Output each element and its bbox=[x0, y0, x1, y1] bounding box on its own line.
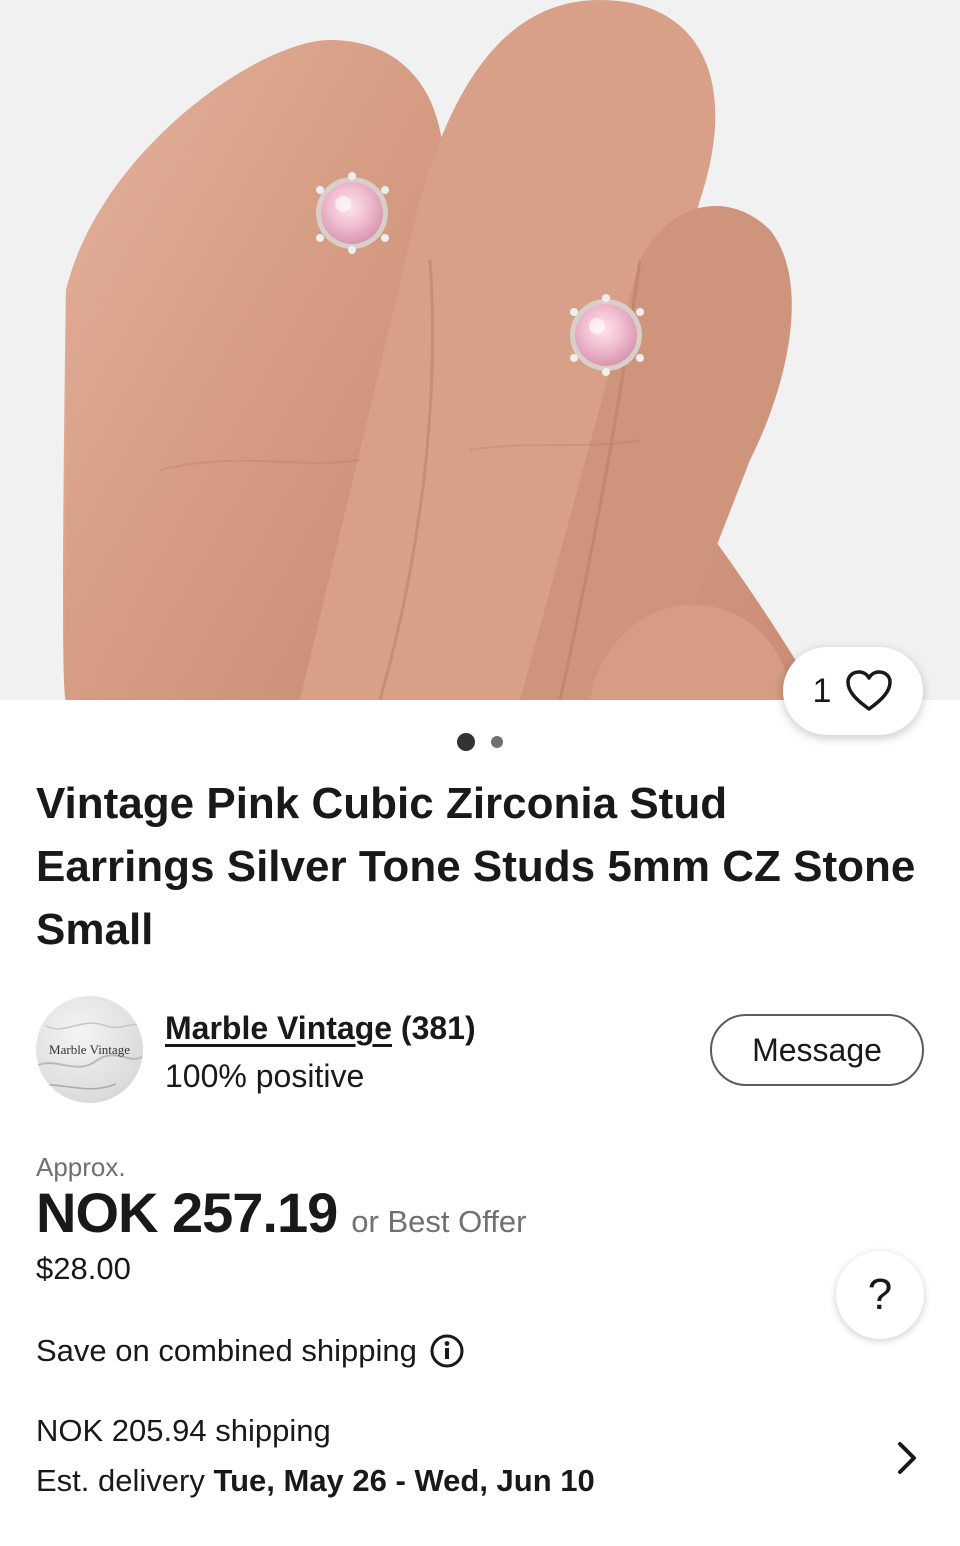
price-row: NOK 257.19 or Best Offer bbox=[36, 1180, 526, 1245]
gallery-pagination bbox=[0, 733, 960, 751]
delivery-prefix: Est. delivery bbox=[36, 1463, 214, 1498]
combined-shipping-label: Save on combined shipping bbox=[36, 1333, 417, 1368]
gallery-dot[interactable] bbox=[491, 736, 503, 748]
info-icon[interactable] bbox=[429, 1333, 465, 1369]
combined-shipping-row[interactable]: Save on combined shipping bbox=[36, 1333, 465, 1369]
shipping-cost: NOK 205.94 shipping bbox=[36, 1413, 331, 1448]
help-button[interactable]: ? bbox=[836, 1251, 924, 1339]
best-offer-label: or Best Offer bbox=[351, 1204, 527, 1239]
estimated-delivery: Est. delivery Tue, May 26 - Wed, Jun 10 bbox=[36, 1463, 595, 1499]
approx-label: Approx. bbox=[36, 1152, 126, 1182]
seller-avatar-text: Marble Vintage bbox=[49, 1041, 130, 1057]
heart-icon bbox=[846, 670, 893, 711]
price-usd: $28.00 bbox=[36, 1251, 131, 1286]
gallery-dot-active[interactable] bbox=[457, 733, 475, 751]
seller-section: Marble Vintage Marble Vintage (381) 100%… bbox=[36, 996, 924, 1106]
message-button[interactable]: Message bbox=[710, 1014, 924, 1086]
listing-title: Vintage Pink Cubic Zirconia Stud Earring… bbox=[36, 779, 916, 954]
seller-feedback-count: (381) bbox=[400, 1010, 476, 1046]
seller-name-line: Marble Vintage (381) bbox=[165, 1010, 476, 1047]
product-image[interactable] bbox=[0, 0, 960, 700]
delivery-dates: Tue, May 26 - Wed, Jun 10 bbox=[213, 1463, 595, 1498]
watch-button[interactable]: 1 bbox=[783, 647, 923, 735]
watch-count: 1 bbox=[812, 671, 832, 710]
earrings-photo bbox=[0, 0, 960, 700]
seller-avatar[interactable]: Marble Vintage bbox=[36, 996, 143, 1103]
chevron-right-icon[interactable] bbox=[892, 1438, 922, 1478]
seller-name-link[interactable]: Marble Vintage bbox=[165, 1010, 392, 1046]
seller-positive-feedback: 100% positive bbox=[165, 1058, 365, 1094]
price-amount: NOK 257.19 bbox=[36, 1181, 338, 1244]
